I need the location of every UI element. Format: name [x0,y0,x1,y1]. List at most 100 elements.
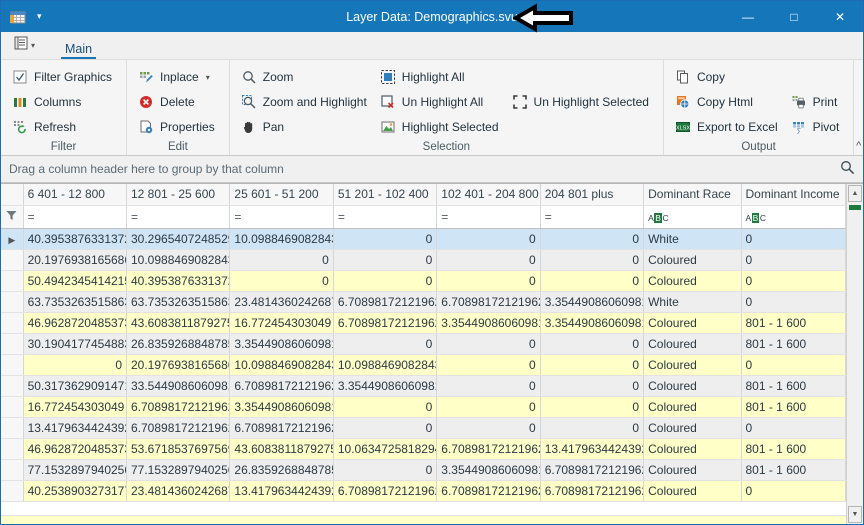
table-cell[interactable]: 63.7353263515863 [23,291,128,313]
table-cell[interactable]: Coloured [643,396,742,418]
table-cell[interactable]: 0 [333,228,438,250]
table-cell[interactable]: 26.8359268848785 [229,459,334,481]
table-cell[interactable]: 0 [436,228,541,250]
table-cell[interactable]: Coloured [643,375,742,397]
table-cell[interactable]: 0 [436,249,541,271]
table-cell[interactable]: 801 - 1 600 [741,312,846,334]
row-indicator[interactable] [1,333,24,355]
maximize-button[interactable]: □ [771,1,817,32]
table-cell[interactable]: 10.0988469082843 [126,249,231,271]
collapse-ribbon-button[interactable]: ^ [856,140,861,152]
chevron-down-icon[interactable]: ▾ [37,12,42,21]
table-cell[interactable]: 3.35449086060981 [229,396,334,418]
table-row[interactable]: 20.1976938165686 10.0988469082843 0 0 0 0 Colo… [1,249,846,271]
table-cell[interactable]: 0 [23,354,128,376]
table-cell[interactable]: 0 [540,417,645,439]
table-row[interactable]: 63.7353263515863 63.7353263515863 23.48143… [1,291,846,313]
refresh-button[interactable]: Refresh [7,115,120,139]
group-by-panel[interactable]: Drag a column header here to group by th… [1,156,863,183]
table-cell[interactable]: 77.1532897940256 [126,459,231,481]
table-cell[interactable]: 0 [741,480,846,502]
filter-cell[interactable]: = [333,205,438,229]
table-cell[interactable]: 10.0988469082843 [333,354,438,376]
row-indicator[interactable] [1,459,24,481]
tab-main[interactable]: Main [55,40,102,60]
table-cell[interactable]: Coloured [643,354,742,376]
table-cell[interactable]: 0 [540,249,645,271]
row-indicator[interactable] [1,354,24,376]
grid-table-icon[interactable] [9,8,27,26]
table-cell[interactable]: Coloured [643,312,742,334]
table-cell[interactable]: 53.6718537697569 [126,438,231,460]
table-cell[interactable]: Coloured [643,270,742,292]
table-cell[interactable]: 43.6083811879275 [126,312,231,334]
column-header[interactable]: 12 801 - 25 600 [126,184,231,206]
table-cell[interactable]: 0 [333,396,438,418]
table-cell[interactable]: Coloured [643,417,742,439]
table-cell[interactable]: Coloured [643,459,742,481]
table-cell[interactable]: 6.70898172121962 [540,459,645,481]
table-row[interactable]: ▶ 40.3953876331372 30.2965407248529 10.0988… [1,228,846,250]
table-cell[interactable]: 43.6083811879275 [229,438,334,460]
row-indicator[interactable] [1,480,24,502]
filter-cell[interactable]: = [436,205,541,229]
minimize-button[interactable]: — [725,1,771,32]
copy-button[interactable]: Copy [670,65,786,89]
table-row[interactable]: 77.1532897940256 77.1532897940256 26.83592… [1,459,846,481]
table-cell[interactable]: 13.4179634424392 [23,417,128,439]
table-cell[interactable]: 0 [229,249,334,271]
table-cell[interactable]: 0 [540,396,645,418]
table-cell[interactable]: 3.35449086060981 [540,291,645,313]
filter-cell[interactable]: ABC [741,205,846,229]
table-cell[interactable]: Coloured [643,480,742,502]
table-cell[interactable]: 20.1976938165686 [126,354,231,376]
properties-button[interactable]: Properties [133,115,223,139]
row-indicator[interactable] [1,249,24,271]
row-indicator[interactable] [1,312,24,334]
table-cell[interactable]: 0 [540,375,645,397]
column-header[interactable]: 25 601 - 51 200 [229,184,334,206]
scrollbar-thumb[interactable] [849,205,861,210]
table-cell[interactable]: 0 [333,417,438,439]
row-indicator[interactable] [1,438,24,460]
columns-button[interactable]: Columns [7,90,120,114]
delete-button[interactable]: Delete [133,90,223,114]
table-row[interactable]: 46.9628720485373 43.6083811879275 16.77245… [1,312,846,334]
table-cell[interactable]: 6.70898172121962 [333,291,438,313]
column-header[interactable]: Dominant Race [643,184,742,206]
table-cell[interactable]: 30.2965407248529 [126,228,231,250]
table-cell[interactable]: 13.4179634424392 [540,438,645,460]
table-cell[interactable]: 63.7353263515863 [126,291,231,313]
table-cell[interactable]: 801 - 1 600 [741,375,846,397]
table-cell[interactable]: 6.70898172121962 [436,291,541,313]
table-cell[interactable]: 801 - 1 600 [741,459,846,481]
table-cell[interactable]: 10.0988469082843 [229,228,334,250]
filter-cell[interactable]: = [23,205,128,229]
table-cell[interactable]: 10.0988469082843 [229,354,334,376]
table-cell[interactable]: 0 [540,228,645,250]
un-highlight-selected-button[interactable]: Un Highlight Selected [507,90,657,114]
table-cell[interactable]: Coloured [643,438,742,460]
table-cell[interactable]: 23.4814360242687 [126,480,231,502]
table-row[interactable]: 0 20.1976938165686 10.0988469082843 10.0988… [1,354,846,376]
table-cell[interactable]: 0 [333,333,438,355]
column-header[interactable]: 51 201 - 102 400 [333,184,438,206]
table-cell[interactable]: 13.4179634424392 [229,480,334,502]
table-cell[interactable]: 0 [741,291,846,313]
table-cell[interactable]: 3.35449086060981 [436,312,541,334]
column-header[interactable]: 204 801 plus [540,184,645,206]
table-cell[interactable]: 6.70898172121962 [436,480,541,502]
table-cell[interactable]: Coloured [643,333,742,355]
column-header[interactable]: 6 401 - 12 800 [23,184,128,206]
row-indicator[interactable] [1,270,24,292]
table-cell[interactable]: 50.4942345414215 [23,270,128,292]
file-menu-button[interactable]: ▾ [9,35,41,59]
highlight-selected-button[interactable]: Highlight Selected [375,115,507,139]
filter-graphics-button[interactable]: Filter Graphics [7,65,120,89]
table-cell[interactable]: 6.70898172121962 [229,417,334,439]
table-cell[interactable]: 3.35449086060981 [540,312,645,334]
scrollbar-track[interactable] [847,203,863,505]
row-indicator[interactable] [1,375,24,397]
inplace-button[interactable]: Inplace ▾ [133,65,223,89]
table-cell[interactable]: 50.3173629091471 [23,375,128,397]
